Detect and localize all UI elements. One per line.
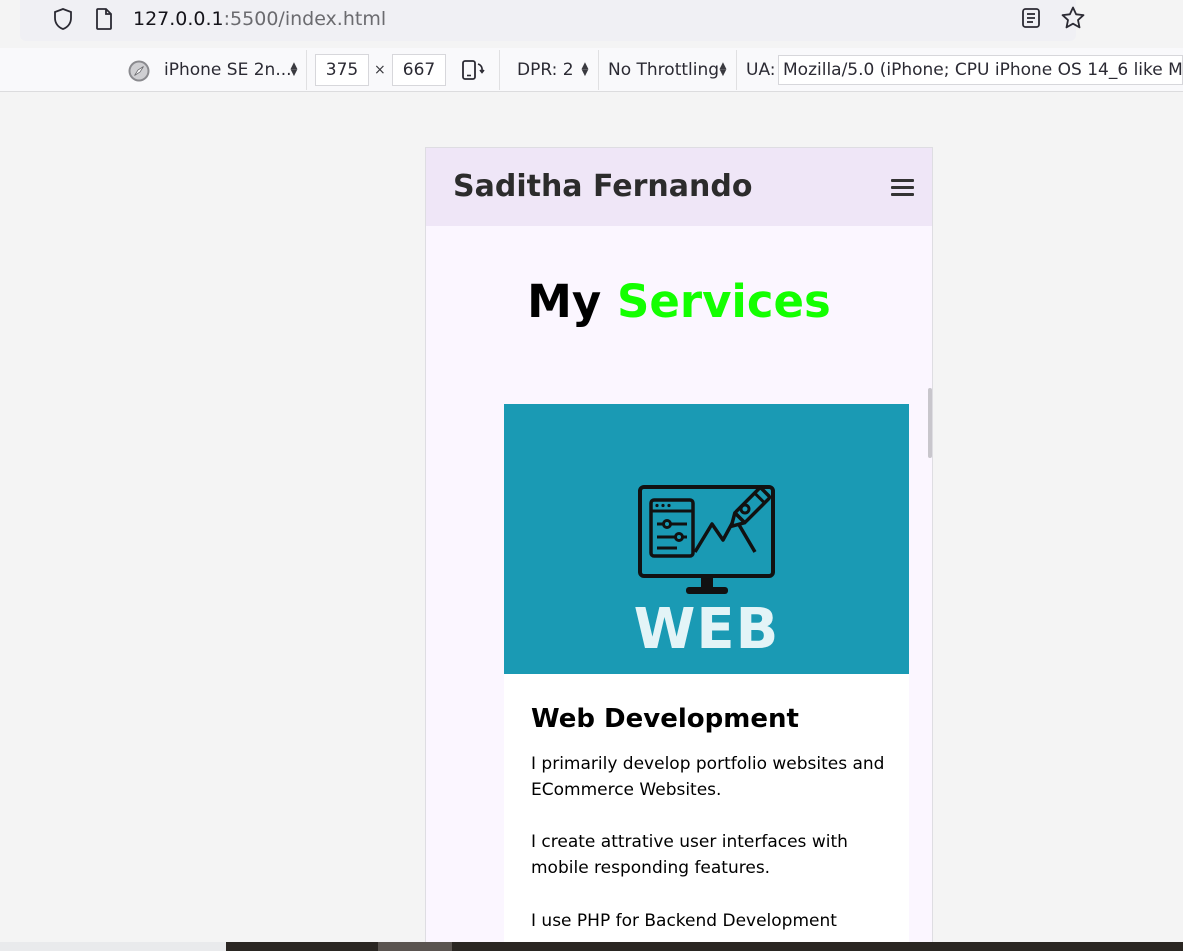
toolbar-divider	[736, 50, 737, 90]
user-agent-label: UA:	[746, 60, 776, 80]
service-card-title: Web Development	[531, 704, 799, 734]
url-text[interactable]: 127.0.0.1:5500/index.html	[133, 7, 386, 31]
taskbar-segment	[378, 942, 452, 951]
service-card-image-label: WEB	[633, 597, 780, 662]
taskbar-segment	[0, 942, 226, 951]
site-logo[interactable]: Saditha Fernando	[453, 168, 752, 206]
device-viewport: Saditha Fernando My Services WEB Web Dev…	[425, 147, 933, 951]
device-selector-chevron-icon[interactable]: ▲ ▼	[289, 62, 299, 78]
rotate-viewport-icon[interactable]	[460, 58, 486, 82]
toolbar-divider	[598, 50, 599, 90]
service-card-image: WEB	[504, 404, 909, 674]
page-scrollbar[interactable]	[928, 388, 932, 458]
url-path: :5500/index.html	[223, 8, 387, 30]
viewport-width-input[interactable]: 375	[315, 54, 369, 86]
viewport-height-input[interactable]: 667	[392, 54, 446, 86]
user-agent-input[interactable]: Mozilla/5.0 (iPhone; CPU iPhone OS 14_6 …	[778, 55, 1183, 85]
page-info-icon[interactable]	[93, 7, 115, 31]
toolbar-divider	[306, 50, 307, 90]
service-card: WEB Web Development I primarily develop …	[504, 404, 909, 950]
hamburger-menu-icon[interactable]	[891, 179, 914, 197]
reader-view-icon[interactable]	[1019, 6, 1043, 30]
dpr-chevron-icon[interactable]: ▲ ▼	[580, 62, 590, 78]
section-title-main: My	[527, 275, 602, 328]
responsive-design-toolbar: iPhone SE 2n... ▲ ▼ 375 × 667 DPR: 2 ▲ ▼ N…	[0, 48, 1183, 92]
bookmark-star-icon[interactable]	[1060, 5, 1086, 31]
site-navbar: Saditha Fernando	[426, 148, 932, 226]
size-separator: ×	[374, 62, 386, 78]
url-bar[interactable]: 127.0.0.1:5500/index.html	[20, 0, 1085, 41]
service-card-paragraph: I use PHP for Backend Development	[531, 911, 837, 931]
dpr-selector[interactable]: DPR: 2	[517, 59, 574, 81]
url-host: 127.0.0.1	[133, 8, 224, 30]
device-selector[interactable]: iPhone SE 2n...	[164, 59, 292, 81]
throttling-chevron-icon[interactable]: ▲ ▼	[718, 62, 728, 78]
service-card-paragraph: I primarily develop portfolio websites a…	[531, 754, 885, 800]
section-title-accent: Services	[616, 275, 831, 328]
device-compass-icon[interactable]	[127, 59, 151, 83]
web-design-monitor-icon	[638, 485, 775, 594]
section-title: My Services	[426, 274, 932, 330]
tracking-protection-shield-icon[interactable]	[51, 7, 75, 31]
service-card-paragraph: I create attrative user interfaces with …	[531, 832, 848, 878]
throttling-selector[interactable]: No Throttling	[608, 59, 719, 81]
toolbar-divider	[499, 50, 500, 90]
